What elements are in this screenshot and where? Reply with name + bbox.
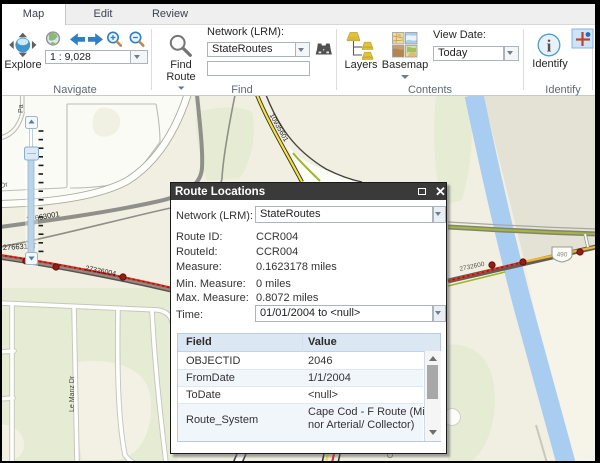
svg-text:Pa: Pa [18,104,25,113]
svg-text:490: 490 [557,252,568,259]
svg-text:Le Manz Dr: Le Manz Dr [69,375,76,412]
svg-text:i: i [547,37,552,56]
